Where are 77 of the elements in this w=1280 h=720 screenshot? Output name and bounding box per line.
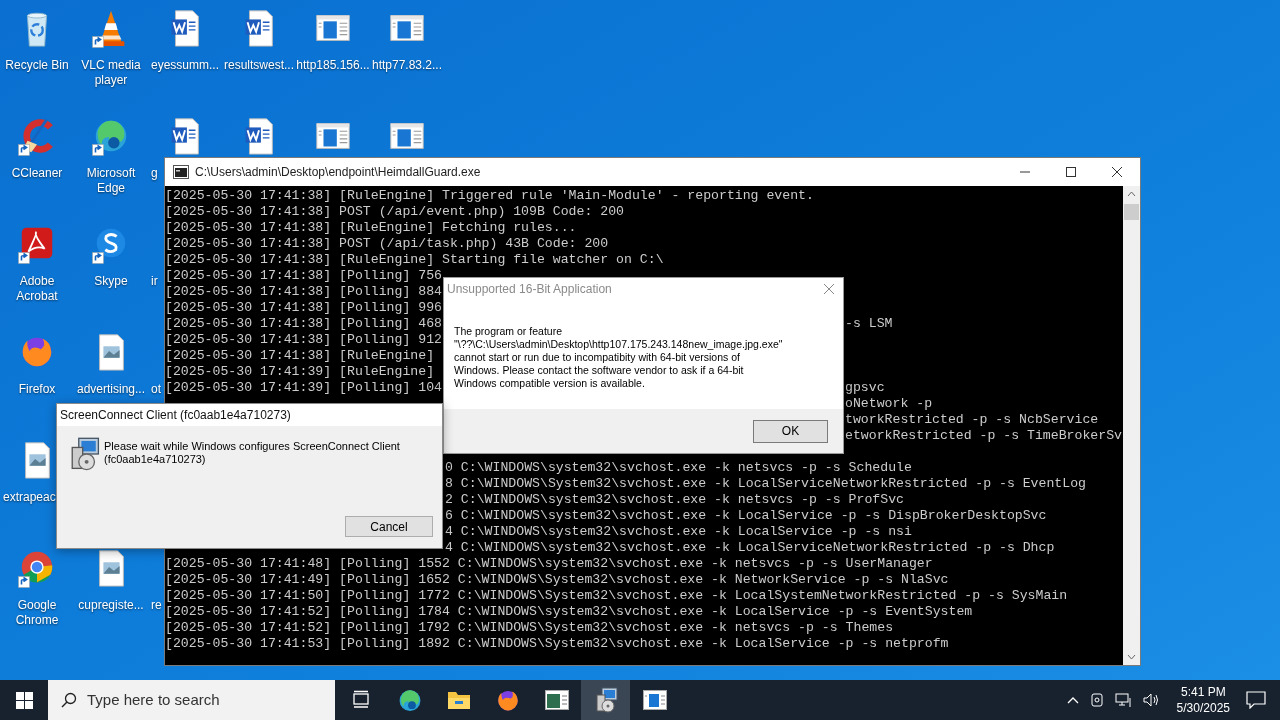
dialog-message: The program or feature "\??\C:\Users\admin\Desktop\http107.175.243.148new_image.jpg.exe" cannot start or run due to incompatibity with 64-bit versions of Windows. Please contact the software vendor to ask if a 64-bit Windows compatible version is available. xyxy=(454,325,784,390)
console-line: 2 C:\WINDOWS\system32\svchost.exe -k netsvcs -p -s ProfSvc xyxy=(445,492,904,508)
console-line: [2025-05-30 17:41:38] [RuleEngine] Fetching rules... xyxy=(165,220,577,236)
clock-date[interactable]: 5/30/2025 xyxy=(1176,700,1230,716)
console-line: [2025-05-30 17:41:38] [RuleEngine] Starting file watcher on C:\ xyxy=(165,252,664,268)
console-line: oNetwork -p xyxy=(845,396,933,412)
console-line: [2025-05-30 17:41:38] [RuleEngine] Triggered rule 'Main-Module' - reporting event. xyxy=(165,188,814,204)
console-line: [2025-05-30 17:41:52] [Polling] 1792 C:\WINDOWS\System32\svchost.exe -k netsvcs -p -s Themes xyxy=(165,620,894,636)
icon-label[interactable]: Recycle Bin xyxy=(5,58,69,73)
console-line: [2025-05-30 17:41:50] [Polling] 1772 C:\WINDOWS\System32\svchost.exe -k LocalSystemNetworkRestricted -p -s SysMain xyxy=(165,588,1068,604)
icon-label[interactable]: Skype xyxy=(94,274,128,289)
console-line: [2025-05-30 17:41:52] [Polling] 1784 C:\WINDOWS\system32\svchost.exe -k LocalService -p -s EventSystem xyxy=(165,604,973,620)
close-icon[interactable] xyxy=(1111,166,1123,178)
dialog-title: ScreenConnect Client (fc0aab1e4a710273) xyxy=(60,407,291,424)
icon-label[interactable]: g xyxy=(148,166,158,181)
icon-label[interactable]: ot xyxy=(148,382,161,397)
console-line: 0 C:\WINDOWS\system32\svchost.exe -k netsvcs -p -s Schedule xyxy=(445,460,912,476)
search-placeholder: Type here to search xyxy=(87,689,220,710)
icon-label[interactable]: http185.156... xyxy=(296,58,370,73)
icon-label[interactable]: Adobe Acrobat xyxy=(0,274,74,304)
icon-label[interactable]: Microsoft Edge xyxy=(74,166,148,196)
console-line: [2025-05-30 17:41:38] [Polling] 884 xyxy=(165,284,442,300)
console-line: [2025-05-30 17:41:38] POST (/api/event.php) 109B Code: 200 xyxy=(165,204,624,220)
icon-label[interactable]: re xyxy=(148,598,162,613)
console-line: [2025-05-30 17:41:48] [Polling] 1552 C:\WINDOWS\system32\svchost.exe -k netsvcs -p -s UserManager xyxy=(165,556,933,572)
maximize-icon xyxy=(1066,167,1076,177)
console-line: [2025-05-30 17:41:38] POST (/api/task.php) 43B Code: 200 xyxy=(165,236,609,252)
console-line: -s LSM xyxy=(845,316,893,332)
search-field[interactable]: Type here to search xyxy=(48,680,335,720)
dialog-title: Unsupported 16-Bit Application xyxy=(447,281,613,298)
icon-label[interactable]: resultswest... xyxy=(224,58,294,73)
icon-label[interactable]: CCleaner xyxy=(11,166,63,181)
chevron-up-icon[interactable] xyxy=(1066,696,1079,704)
console-line: gpsvc xyxy=(845,380,885,396)
network-icon[interactable] xyxy=(1114,692,1133,708)
icon-label[interactable]: eyessumm... xyxy=(151,58,219,73)
console-line: etworkRestricted -p -s TimeBrokerSv xyxy=(845,428,1122,444)
icon-label[interactable]: cupregiste... xyxy=(78,598,144,613)
device-icon[interactable] xyxy=(1088,692,1105,708)
console-line: [2025-05-30 17:41:53] [Polling] 1892 C:\WINDOWS\System32\svchost.exe -k LocalService -p -s netprofm xyxy=(165,636,949,652)
console-icon xyxy=(173,165,189,179)
taskbar-button[interactable] xyxy=(581,680,630,720)
console-line: 4 C:\WINDOWS\system32\svchost.exe -k LocalServiceNetworkRestricted -p -s Dhcp xyxy=(445,540,1055,556)
search-icon xyxy=(61,692,77,708)
console-line: [2025-05-30 17:41:38] [Polling] 996 xyxy=(165,300,442,316)
scrollbar[interactable] xyxy=(1123,186,1140,665)
window-icon xyxy=(642,690,667,710)
console-line: 8 C:\WINDOWS\System32\svchost.exe -k LocalServiceNetworkRestricted -p -s EventLog xyxy=(445,476,1087,492)
cancel-button[interactable]: Cancel xyxy=(345,516,433,537)
console-line: tworkRestricted -p -s NcbService xyxy=(845,412,1099,428)
console-line: [2025-05-30 17:41:39] [Polling] 104 xyxy=(165,380,442,396)
console-line: [2025-05-30 17:41:38] [RuleEngine] xyxy=(165,348,435,364)
icon-label[interactable]: Firefox xyxy=(18,382,56,397)
console-line: [2025-05-30 17:41:39] [RuleEngine] xyxy=(165,364,435,380)
icon-label[interactable]: extrapeac xyxy=(0,490,56,505)
volume-icon[interactable] xyxy=(1142,692,1161,708)
dialog-message: Please wait while Windows configures ScreenConnect Client (fc0aab1e4a710273) xyxy=(104,439,400,467)
ok-button[interactable]: OK xyxy=(753,419,828,443)
task-view-icon xyxy=(350,690,371,710)
console-line: [2025-05-30 17:41:38] [Polling] 468 xyxy=(165,316,442,332)
console-line: [2025-05-30 17:41:49] [Polling] 1652 C:\WINDOWS\System32\svchost.exe -k NetworkService -p -s NlaSvc xyxy=(165,572,949,588)
window-icon xyxy=(544,690,569,710)
icon-label[interactable]: advertising... xyxy=(76,382,145,397)
icon-label[interactable]: Google Chrome xyxy=(0,598,74,628)
scroll-thumb[interactable] xyxy=(1124,204,1139,220)
clock-time[interactable]: 5:41 PM xyxy=(1180,684,1226,700)
console-line: [2025-05-30 17:41:38] [Polling] 912 xyxy=(165,332,442,348)
console-line: [2025-05-30 17:41:38] [Polling] 756 xyxy=(165,268,442,284)
folder-icon xyxy=(446,689,471,711)
console-line: 6 C:\WINDOWS\system32\svchost.exe -k LocalService -p -s DispBrokerDesktopSvc xyxy=(445,508,1047,524)
icon-label[interactable]: VLC media player xyxy=(74,58,148,88)
windows-logo-icon xyxy=(15,691,33,709)
console-line: 4 C:\WINDOWS\system32\svchost.exe -k LocalService -p -s nsi xyxy=(445,524,912,540)
notification-icon[interactable] xyxy=(1246,691,1266,709)
window-title: C:\Users\admin\Desktop\endpoint\HeimdallGuard.exe xyxy=(195,164,482,181)
icon-label[interactable]: http77.83.2... xyxy=(371,58,443,73)
icon-label[interactable]: ir xyxy=(148,274,158,289)
